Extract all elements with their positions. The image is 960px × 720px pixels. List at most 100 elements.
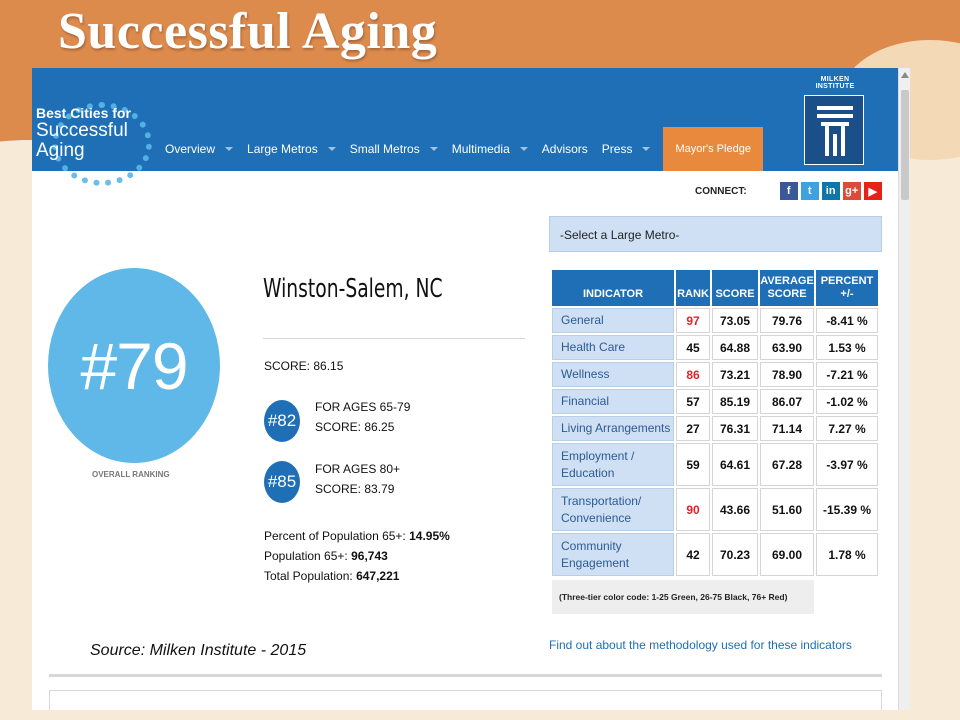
indicator-name: Wellness [552, 362, 674, 387]
chevron-down-icon [519, 147, 528, 151]
connect-bar: CONNECT: f t in g+ ▶ [695, 182, 882, 200]
footer-panel [49, 690, 882, 710]
indicator-rank: 42 [676, 533, 710, 576]
chevron-down-icon [225, 147, 234, 151]
stat-label: Total Population: [264, 569, 353, 583]
indicator-percent: -7.21 % [816, 362, 878, 387]
nav-press[interactable]: Press [595, 127, 658, 171]
nav-small-metros[interactable]: Small Metros [343, 127, 445, 171]
indicator-average: 86.07 [760, 389, 814, 414]
indicator-name: Health Care [552, 335, 674, 360]
table-row: Wellness 86 73.21 78.90 -7.21 % [552, 362, 878, 387]
header-rank: RANK [676, 270, 710, 306]
table-row: Transportation/ Convenience 90 43.66 51.… [552, 488, 878, 531]
indicator-average: 71.14 [760, 416, 814, 441]
vertical-scrollbar[interactable] [898, 68, 910, 710]
header-score: SCORE [712, 270, 758, 306]
indicator-percent: -8.41 % [816, 308, 878, 333]
population-stats: Percent of Population 65+: 14.95% Popula… [264, 526, 450, 586]
indicator-average: 63.90 [760, 335, 814, 360]
chevron-down-icon [327, 147, 336, 151]
source-caption: Source: Milken Institute - 2015 [90, 642, 307, 659]
stat-value: 647,221 [356, 569, 400, 583]
indicator-name: Employment / Education [552, 443, 674, 486]
table-row: Financial 57 85.19 86.07 -1.02 % [552, 389, 878, 414]
indicator-name: Transportation/ Convenience [552, 488, 674, 531]
indicator-rank: 27 [676, 416, 710, 441]
connect-label: CONNECT: [695, 185, 747, 197]
indicator-percent: -15.39 % [816, 488, 878, 531]
indicator-average: 78.90 [760, 362, 814, 387]
nav-mayors-pledge[interactable]: Mayor's Pledge [663, 127, 763, 171]
indicator-score: 64.61 [712, 443, 758, 486]
browser-screenshot: Best Cities for Successful Aging Overvie… [32, 68, 910, 710]
indicator-score: 43.66 [712, 488, 758, 531]
main-nav: Overview Large Metros Small Metros Multi… [158, 127, 763, 171]
large-metro-select[interactable]: -Select a Large Metro- [549, 216, 882, 252]
logo-line-3: Aging [36, 139, 85, 161]
methodology-link[interactable]: Find out about the methodology used for … [549, 638, 852, 652]
table-row: General 97 73.05 79.76 -8.41 % [552, 308, 878, 333]
overall-rank-badge: #79 [48, 268, 220, 463]
indicator-score: 76.31 [712, 416, 758, 441]
overall-rank-caption: OVERALL RANKING [92, 470, 170, 479]
header-average-score: AVERAGE SCORE [760, 270, 814, 306]
city-score: SCORE: 86.15 [264, 359, 344, 373]
linkedin-icon[interactable]: in [821, 182, 840, 200]
facebook-icon[interactable]: f [779, 182, 798, 200]
site-logo[interactable]: Best Cities for Successful Aging [36, 100, 154, 186]
nav-label: Small Metros [349, 142, 420, 156]
indicator-percent: -3.97 % [816, 443, 878, 486]
youtube-icon[interactable]: ▶ [863, 182, 882, 200]
twitter-icon[interactable]: t [800, 182, 819, 200]
site-header: Best Cities for Successful Aging Overvie… [32, 68, 898, 186]
indicator-score: 85.19 [712, 389, 758, 414]
scroll-up-icon[interactable] [901, 72, 909, 78]
indicator-percent: -1.02 % [816, 389, 878, 414]
nav-multimedia[interactable]: Multimedia [445, 127, 535, 171]
slide-title: Successful Aging [58, 3, 438, 60]
stat-total-population: Total Population: 647,221 [264, 566, 450, 586]
indicator-rank: 59 [676, 443, 710, 486]
nav-overview[interactable]: Overview [158, 127, 240, 171]
chevron-down-icon [642, 147, 651, 151]
table-row: Health Care 45 64.88 63.90 1.53 % [552, 335, 878, 360]
city-divider [263, 338, 525, 339]
header-indicator: INDICATOR [552, 270, 674, 306]
city-title: Winston-Salem, NC [263, 274, 443, 304]
nav-label: Press [601, 142, 633, 156]
indicator-average: 69.00 [760, 533, 814, 576]
rank-80-plus-score: SCORE: 83.79 [315, 482, 395, 496]
table-row: Living Arrangements 27 76.31 71.14 7.27 … [552, 416, 878, 441]
nav-advisors[interactable]: Advisors [535, 127, 595, 171]
milken-emblem-graphic [817, 106, 853, 156]
indicator-name: Living Arrangements [552, 416, 674, 441]
color-code-note: (Three-tier color code: 1-25 Green, 26-7… [552, 580, 814, 614]
table-row: Employment / Education 59 64.61 67.28 -3… [552, 443, 878, 486]
indicator-percent: 1.78 % [816, 533, 878, 576]
stat-value: 96,743 [351, 549, 388, 563]
stat-label: Population 65+: [264, 549, 348, 563]
indicator-name: Community Engagement [552, 533, 674, 576]
stat-value: 14.95% [409, 529, 450, 543]
rank-65-79-score: SCORE: 86.25 [315, 420, 395, 434]
milken-institute-logo[interactable]: MILKEN INSTITUTE [804, 76, 866, 165]
google-plus-icon[interactable]: g+ [842, 182, 861, 200]
logo-line-1: Best Cities for [36, 105, 131, 121]
nav-large-metros[interactable]: Large Metros [240, 127, 343, 171]
indicator-score: 73.05 [712, 308, 758, 333]
scroll-thumb[interactable] [901, 90, 909, 200]
indicator-average: 79.76 [760, 308, 814, 333]
indicator-rank: 97 [676, 308, 710, 333]
logo-line-2: Successful [36, 119, 128, 141]
footer-divider [49, 674, 882, 677]
indicator-average: 67.28 [760, 443, 814, 486]
chevron-down-icon [429, 147, 438, 151]
nav-label: Large Metros [247, 142, 318, 156]
rank-80-plus-text: FOR AGES 80+ SCORE: 83.79 [315, 459, 400, 499]
indicator-percent: 7.27 % [816, 416, 878, 441]
indicator-name: Financial [552, 389, 674, 414]
table-row: Community Engagement 42 70.23 69.00 1.78… [552, 533, 878, 576]
nav-label: Advisors [541, 142, 588, 156]
rank-65-79-text: FOR AGES 65-79 SCORE: 86.25 [315, 397, 410, 437]
